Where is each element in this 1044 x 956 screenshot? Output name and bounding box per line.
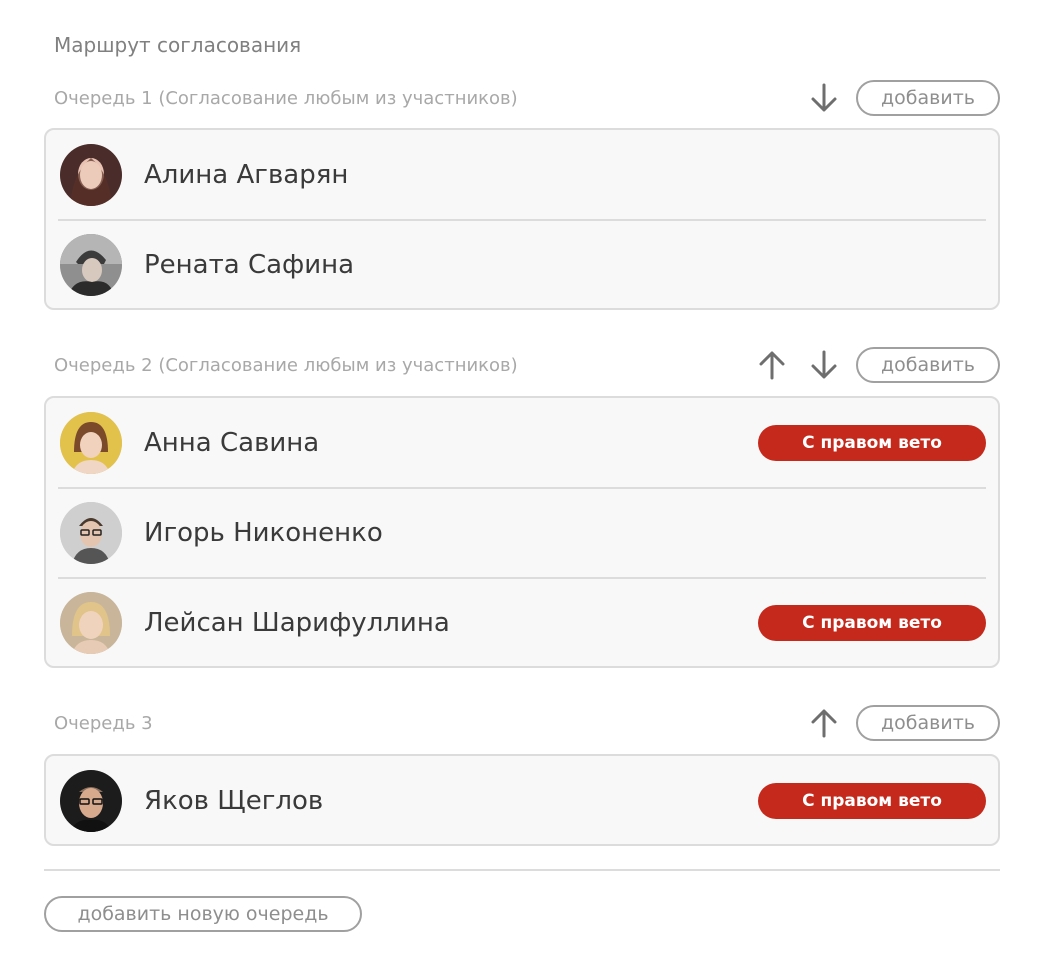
member-name: Лейсан Шарифуллина <box>144 608 450 638</box>
list-item[interactable]: Лейсан Шарифуллина С правом вето <box>46 577 998 668</box>
queue-box-3: Яков Щеглов С правом вето <box>44 754 1000 846</box>
move-up-button[interactable] <box>752 347 792 383</box>
list-item[interactable]: Алина Агварян <box>46 130 998 220</box>
add-member-button[interactable]: добавить <box>856 347 1000 383</box>
avatar <box>60 144 122 206</box>
add-member-button[interactable]: добавить <box>856 705 1000 741</box>
list-item[interactable]: Анна Савина С правом вето <box>46 398 998 488</box>
list-item[interactable]: Игорь Никоненко <box>46 487 998 578</box>
veto-badge: С правом вето <box>758 605 986 641</box>
queue-label: Очередь 3 <box>54 712 153 734</box>
queue-box-1: Алина Агварян Рената Сафина <box>44 128 1000 310</box>
member-name: Алина Агварян <box>144 160 349 190</box>
add-member-button[interactable]: добавить <box>856 80 1000 116</box>
avatar <box>60 592 122 654</box>
list-item[interactable]: Яков Щеглов С правом вето <box>46 756 998 846</box>
queue-box-2: Анна Савина С правом вето Игорь Никоненк… <box>44 396 1000 668</box>
queue-label: Очередь 1 (Согласование любым из участни… <box>54 87 518 109</box>
avatar <box>60 234 122 296</box>
move-up-button[interactable] <box>804 705 844 741</box>
avatar <box>60 770 122 832</box>
queue-header-2: Очередь 2 (Согласование любым из участни… <box>54 347 1000 383</box>
queue-header-1: Очередь 1 (Согласование любым из участни… <box>54 80 1000 116</box>
veto-badge: С правом вето <box>758 783 986 819</box>
add-queue-button[interactable]: добавить новую очередь <box>44 896 362 932</box>
page-title: Маршрут согласования <box>54 33 302 57</box>
veto-badge: С правом вето <box>758 425 986 461</box>
move-down-button[interactable] <box>804 347 844 383</box>
member-name: Рената Сафина <box>144 250 355 280</box>
queue-label: Очередь 2 (Согласование любым из участни… <box>54 354 518 376</box>
member-name: Яков Щеглов <box>144 786 324 816</box>
member-name: Анна Савина <box>144 428 320 458</box>
arrow-down-icon <box>811 350 837 379</box>
avatar <box>60 502 122 564</box>
approval-route-page: Маршрут согласования Очередь 1 (Согласов… <box>0 0 1044 956</box>
list-item[interactable]: Рената Сафина <box>46 219 998 310</box>
arrow-down-icon <box>811 83 837 112</box>
member-name: Игорь Никоненко <box>144 518 383 548</box>
arrow-up-icon <box>759 351 785 380</box>
move-down-button[interactable] <box>804 80 844 116</box>
queue-header-3: Очередь 3 добавить <box>54 705 1000 741</box>
divider <box>44 869 1000 871</box>
avatar <box>60 412 122 474</box>
arrow-up-icon <box>811 709 837 738</box>
